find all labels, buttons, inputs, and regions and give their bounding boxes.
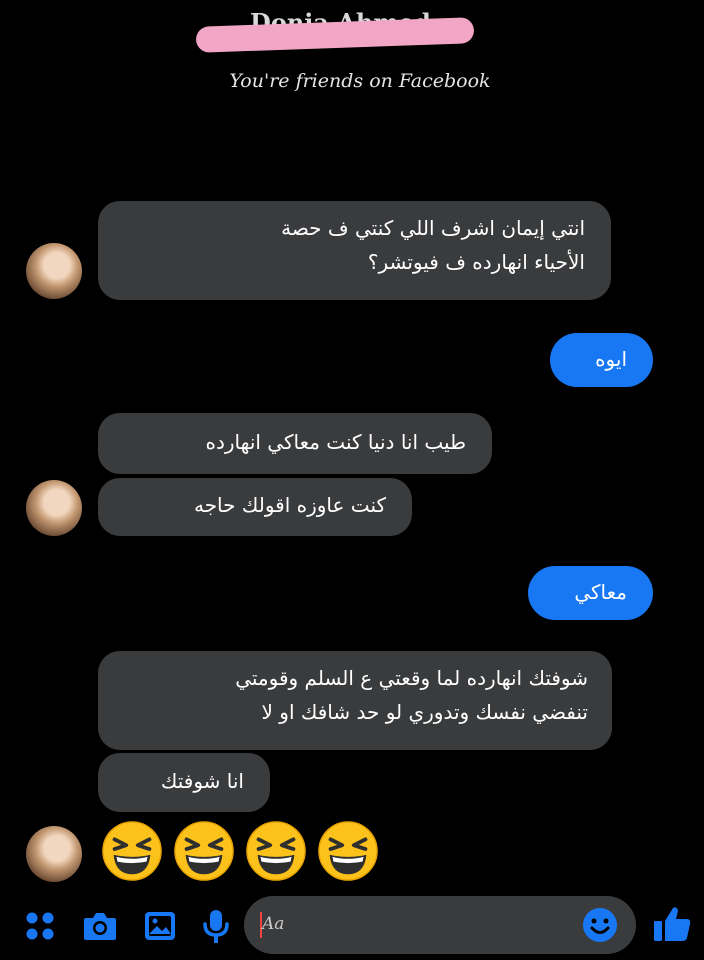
camera-icon[interactable] bbox=[80, 906, 120, 946]
contact-avatar[interactable] bbox=[26, 243, 82, 299]
microphone-icon[interactable] bbox=[196, 906, 236, 946]
message-line: كنت عاوزه اقولك حاجه bbox=[193, 493, 386, 517]
incoming-message[interactable]: شوفتك انهارده لما وقعتي ع السلم وقومتي ت… bbox=[98, 651, 612, 750]
contact-avatar[interactable] bbox=[26, 826, 82, 882]
laughing-emoji bbox=[102, 821, 162, 881]
message-line: الأحياء انهارده ف فيوتشر؟ bbox=[367, 250, 585, 274]
friends-status-text: You're friends on Facebook bbox=[229, 70, 491, 92]
message-line: ايوه bbox=[595, 347, 627, 371]
name-scribble-redaction bbox=[195, 17, 475, 53]
laughing-emoji bbox=[246, 821, 306, 881]
outgoing-message[interactable]: ايوه bbox=[550, 333, 653, 387]
gallery-icon[interactable] bbox=[140, 906, 180, 946]
message-input[interactable] bbox=[244, 896, 636, 954]
laughing-emoji bbox=[318, 821, 378, 881]
grid-menu-icon[interactable] bbox=[20, 906, 60, 946]
laughing-emoji bbox=[174, 821, 234, 881]
contact-avatar[interactable] bbox=[26, 480, 82, 536]
incoming-message[interactable]: انتي إيمان اشرف اللي كنتي ف حصة الأحياء … bbox=[98, 201, 611, 300]
emoji-smile-icon[interactable] bbox=[580, 905, 620, 945]
incoming-message[interactable]: كنت عاوزه اقولك حاجه bbox=[98, 478, 412, 536]
message-line: انتي إيمان اشرف اللي كنتي ف حصة bbox=[281, 216, 585, 240]
chat-header: Donia Ahmed You're friends on Facebook bbox=[0, 0, 704, 110]
thumbs-up-icon[interactable] bbox=[650, 902, 694, 946]
message-line: تنفضي نفسك وتدوري لو حد شافك او لا bbox=[261, 700, 588, 724]
message-line: شوفتك انهارده لما وقعتي ع السلم وقومتي bbox=[235, 666, 588, 690]
incoming-message[interactable]: انا شوفتك bbox=[98, 753, 270, 812]
outgoing-message[interactable]: معاكي bbox=[528, 566, 653, 620]
message-line: معاكي bbox=[574, 580, 627, 604]
message-line: طيب انا دنيا كنت معاكي انهارده bbox=[205, 430, 466, 454]
incoming-message[interactable]: طيب انا دنيا كنت معاكي انهارده bbox=[98, 413, 492, 474]
message-input-placeholder: Aa bbox=[262, 914, 285, 934]
message-line: انا شوفتك bbox=[160, 769, 244, 793]
